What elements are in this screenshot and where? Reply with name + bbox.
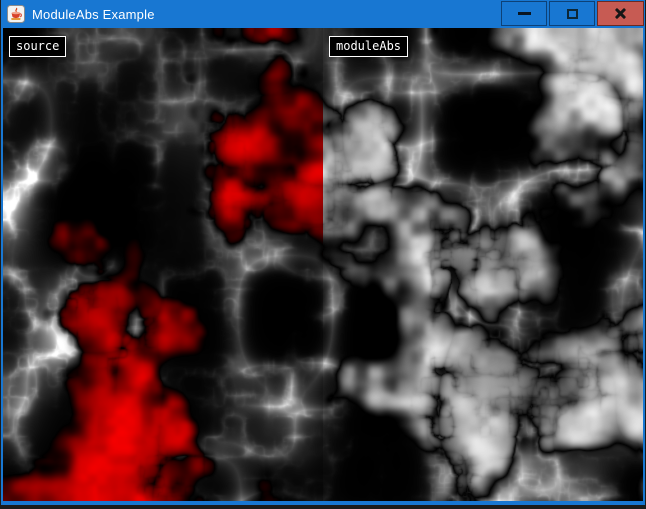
moduleabs-noise-image [323, 28, 643, 501]
maximize-icon [567, 9, 578, 19]
window-title: ModuleAbs Example [32, 7, 155, 22]
maximize-button[interactable] [549, 1, 595, 26]
window-shadow-edge-left [0, 0, 1, 509]
source-panel: source [3, 28, 323, 501]
title-bar[interactable]: ModuleAbs Example [0, 0, 646, 28]
source-noise-image [3, 28, 323, 501]
moduleabs-panel: moduleAbs [323, 28, 643, 501]
window-controls [501, 1, 644, 26]
java-app-icon[interactable] [7, 5, 25, 23]
minimize-button[interactable] [501, 1, 547, 26]
moduleabs-label: moduleAbs [329, 36, 408, 57]
window-content: source moduleAbs [3, 28, 643, 501]
close-icon [614, 7, 627, 20]
minimize-icon [518, 12, 531, 15]
window-shadow-edge-bottom [0, 505, 646, 509]
close-button[interactable] [597, 1, 644, 26]
window: ModuleAbs Example source moduleAbs [0, 0, 646, 509]
source-label: source [9, 36, 66, 57]
